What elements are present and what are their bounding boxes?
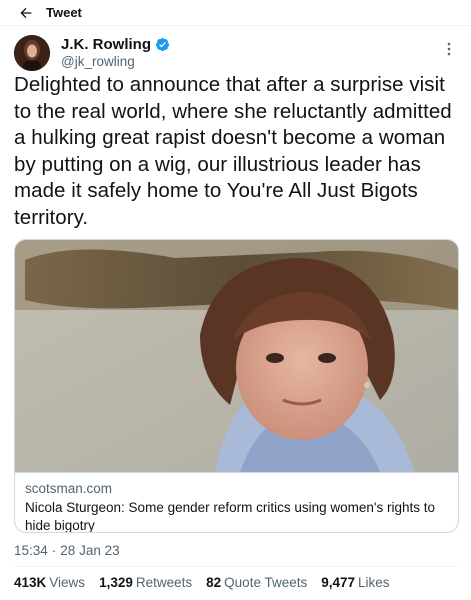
views-label: Views	[49, 575, 86, 590]
user-handle[interactable]: @jk_rowling	[61, 54, 135, 69]
tweet-date: 28 Jan 23	[60, 543, 120, 558]
more-options-button[interactable]	[439, 39, 459, 59]
tweet-header: J.K. Rowling @jk_rowling	[14, 35, 459, 71]
page-title: Tweet	[46, 5, 82, 20]
retweets-stat[interactable]: 1,329 Retweets	[99, 575, 192, 590]
retweets-label: Retweets	[135, 575, 193, 590]
quotes-count: 82	[206, 575, 222, 590]
tweet-stats: 413K Views 1,329 Retweets 82 Quote Tweet…	[14, 575, 404, 590]
likes-count: 9,477	[321, 575, 356, 590]
tweet-time: 15:34	[14, 543, 48, 558]
likes-stat[interactable]: 9,477 Likes	[321, 575, 389, 590]
card-meta[interactable]: scotsman.com Nicola Sturgeon: Some gende…	[15, 472, 458, 533]
verified-badge-icon	[155, 37, 170, 52]
quote-tweets-stat[interactable]: 82 Quote Tweets	[206, 575, 307, 590]
quotes-label: Quote Tweets	[224, 575, 308, 590]
back-button[interactable]	[8, 0, 44, 26]
views-count: 413K	[14, 575, 47, 590]
views-stat: 413K Views	[14, 575, 85, 590]
tweet-timestamp[interactable]: 15:34 · 28 Jan 23	[14, 543, 120, 558]
more-vertical-icon	[447, 42, 451, 56]
display-name[interactable]: J.K. Rowling	[61, 36, 151, 53]
link-card[interactable]: scotsman.com Nicola Sturgeon: Some gende…	[14, 239, 459, 533]
timestamp-separator: ·	[51, 543, 57, 558]
retweets-count: 1,329	[99, 575, 133, 590]
avatar[interactable]	[14, 35, 50, 71]
arrow-left-icon	[20, 7, 32, 18]
tweet-text: Delighted to announce that after a surpr…	[14, 73, 452, 229]
card-photo	[15, 240, 458, 472]
avatar-portrait	[14, 35, 50, 71]
card-title: Nicola Sturgeon: Some gender reform crit…	[25, 500, 436, 533]
likes-label: Likes	[358, 575, 390, 590]
divider	[14, 566, 459, 567]
card-image[interactable]	[15, 240, 458, 472]
card-domain: scotsman.com	[25, 481, 113, 496]
top-bar: Tweet	[0, 0, 471, 26]
